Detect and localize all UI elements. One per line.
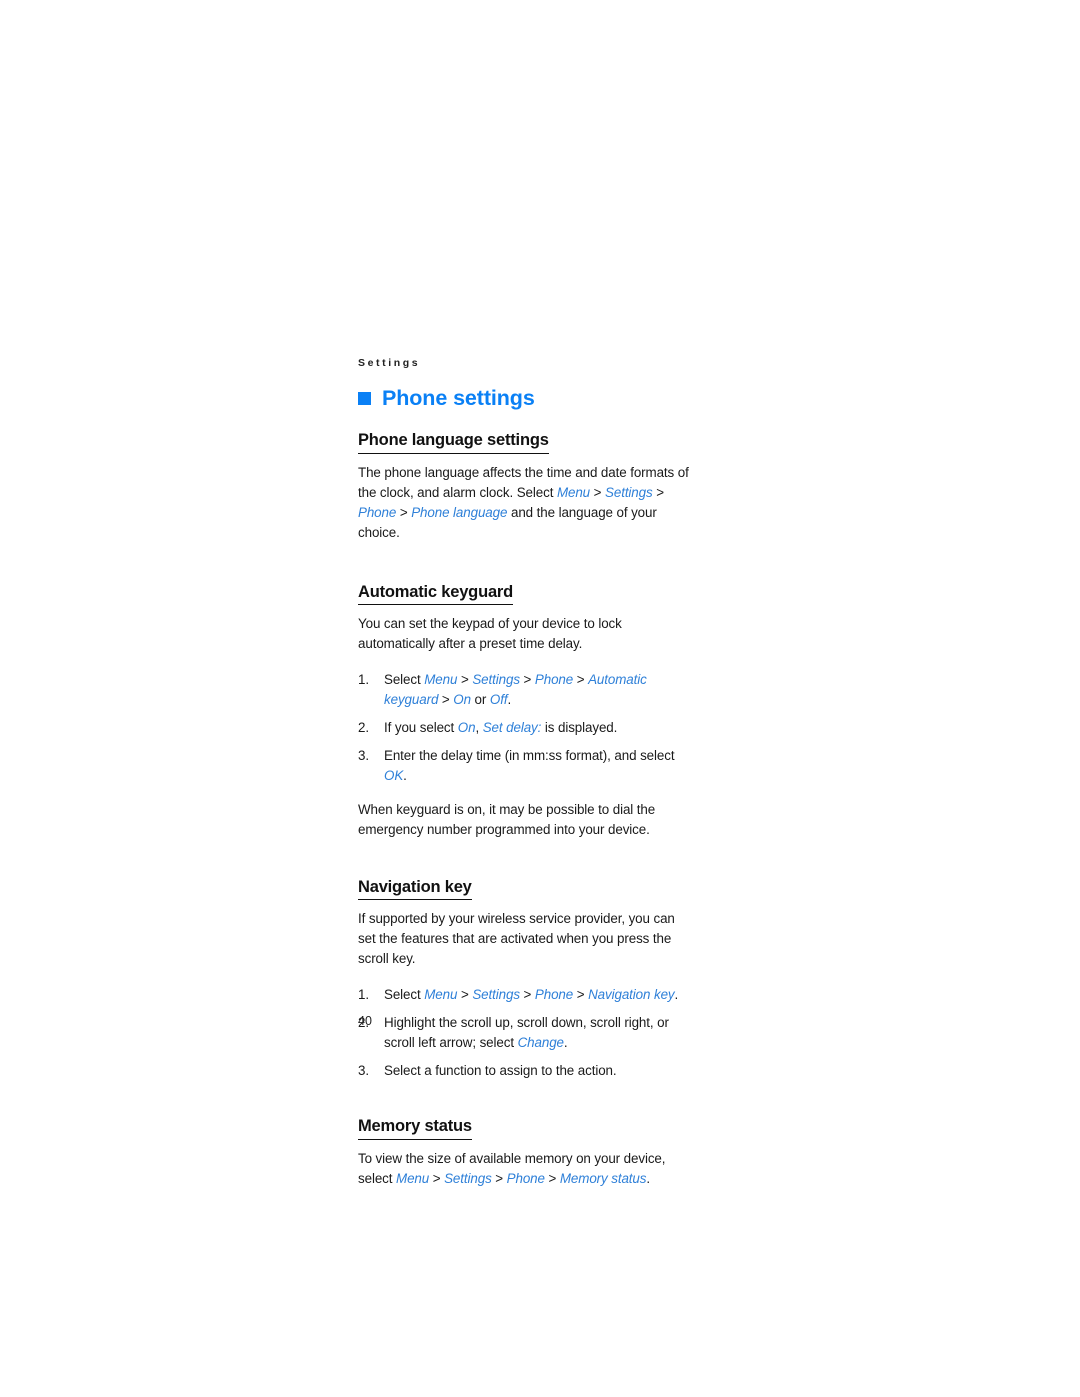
step-number: 2. (358, 719, 369, 735)
square-bullet-icon (358, 391, 371, 405)
running-header: Settings (358, 357, 421, 369)
ui-path-memory-status: Memory status (559, 1170, 647, 1186)
section-note-paragraph: When keyguard is on, it may be possible … (358, 801, 656, 837)
paragraph-text-tail: . (646, 1170, 650, 1186)
step-number: 3. (358, 1063, 369, 1079)
step-text-tail: . (674, 987, 679, 1003)
ui-path-phone-language: Phone language (411, 504, 508, 520)
step-text-lead: Enter the delay time (in mm:ss format), … (384, 747, 675, 763)
manual-page: Settings Phone settings Phone language s… (0, 0, 1080, 1397)
step-text-tail: . (563, 1035, 568, 1051)
section-heading: Phone language settings (358, 431, 549, 454)
ui-path-settings: Settings (472, 671, 520, 687)
list-item: 2. If you select On, Set delay: is displa… (358, 718, 694, 738)
ui-path-phone: Phone (534, 987, 574, 1003)
path-separator: > (438, 691, 454, 707)
ui-option-off: Off (489, 691, 508, 707)
section-phone-language-settings: Phone language settings (358, 431, 694, 462)
chapter-title-text: Phone settings (382, 385, 535, 410)
ui-label-set-delay: Set delay: (482, 719, 542, 735)
ui-path-phone: Phone (358, 504, 397, 520)
step-text-lead: Select (384, 671, 425, 687)
page-content-column: Settings Phone settings Phone language s… (358, 357, 694, 1189)
ui-path-phone: Phone (506, 1170, 545, 1186)
step-text-tail: . (403, 767, 407, 783)
path-separator: > (519, 671, 535, 687)
path-separator: > (544, 1170, 560, 1186)
section-heading: Automatic keyguard (358, 583, 513, 605)
section-body-paragraph: If supported by your wireless service pr… (358, 911, 675, 967)
ui-path-menu: Menu (396, 1170, 430, 1186)
list-item: 2. Highlight the scroll up, scroll down, … (358, 1013, 694, 1053)
step-number: 1. (358, 987, 369, 1003)
ui-path-menu: Menu (424, 671, 458, 687)
ui-path-navigation-key: Navigation key (588, 987, 675, 1003)
list-item: 3. Enter the delay time (in mm:ss format)… (358, 746, 694, 786)
path-separator: > (457, 671, 473, 687)
list-item: 1. Select Menu > Settings > Phone > Autom… (358, 670, 694, 710)
ui-option-on: On (457, 719, 476, 735)
ui-path-settings: Settings (605, 484, 653, 500)
page-number: 40 (358, 1014, 372, 1028)
path-separator: > (491, 1170, 507, 1186)
list-item: 3. Select a function to assign to the act… (358, 1061, 694, 1081)
section-body-paragraph: To view the size of available memory on … (358, 1149, 694, 1189)
ui-path-menu: Menu (556, 484, 591, 500)
path-separator: > (429, 1170, 445, 1186)
ui-path-phone: Phone (534, 671, 574, 687)
section-automatic-keyguard: Automatic keyguard (358, 583, 694, 614)
path-separator: > (573, 671, 589, 687)
section-body-paragraph: You can set the keypad of your device to… (358, 615, 622, 651)
ui-button-change: Change (517, 1035, 564, 1051)
section-memory-status: Memory status (358, 1117, 694, 1148)
chapter-title: Phone settings (358, 385, 694, 410)
step-text-lead: If you select (384, 719, 458, 735)
ui-button-ok: OK (384, 767, 404, 783)
path-separator: > (652, 484, 664, 500)
step-text-comma: , (475, 719, 483, 735)
step-text-tail: . (507, 691, 512, 707)
ui-path-menu: Menu (424, 987, 458, 1003)
list-item: 1. Select Menu > Settings > Phone > Navig… (358, 985, 694, 1005)
ui-option-on: On (453, 691, 471, 707)
path-separator: > (457, 987, 473, 1003)
section-heading: Navigation key (358, 878, 472, 901)
step-text-lead: Select (384, 987, 425, 1003)
path-separator: > (573, 987, 589, 1003)
path-separator: > (396, 504, 412, 520)
section-navigation-key: Navigation key (358, 878, 694, 909)
step-text-tail: is displayed. (541, 719, 618, 735)
procedure-list: 1. Select Menu > Settings > Phone > Autom… (358, 670, 694, 786)
procedure-list: 1. Select Menu > Settings > Phone > Navig… (358, 985, 694, 1081)
step-number: 1. (358, 671, 369, 687)
step-number: 3. (358, 747, 369, 763)
section-body-paragraph: The phone language affects the time and … (358, 463, 694, 543)
ui-path-settings: Settings (444, 1170, 492, 1186)
step-text-conjunction: or (470, 691, 490, 707)
path-separator: > (590, 484, 606, 500)
path-separator: > (519, 987, 535, 1003)
section-heading: Memory status (358, 1117, 472, 1140)
step-text-lead: Select a function to assign to the actio… (384, 1063, 617, 1079)
ui-path-settings: Settings (472, 987, 520, 1003)
